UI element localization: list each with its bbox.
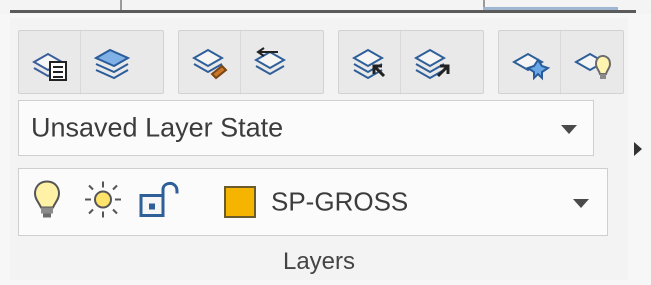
ribbon-top-bar	[0, 0, 651, 14]
layer-state-value: Unsaved Layer State	[31, 112, 284, 143]
layer-off-button[interactable]	[561, 31, 623, 93]
layer-isolate-icon	[351, 48, 385, 80]
lightbulb-on-icon[interactable]	[33, 180, 61, 225]
layer-freeze-icon	[511, 52, 550, 81]
chevron-down-icon[interactable]	[561, 125, 577, 134]
layer-unisolate-button[interactable]	[401, 31, 463, 93]
layer-color-swatch[interactable]	[224, 186, 256, 218]
previous-layer-button[interactable]	[241, 31, 303, 93]
layer-states-button[interactable]	[81, 31, 143, 93]
panel-title: Layers	[282, 248, 356, 275]
sun-thaw-icon[interactable]	[83, 180, 123, 225]
ribbon-divider	[10, 10, 636, 13]
active-tab-highlight	[483, 7, 618, 10]
current-layer-name: SP-GROSS	[271, 186, 409, 217]
button-group-3	[338, 30, 484, 94]
layer-state-dropdown[interactable]: Unsaved Layer State	[18, 100, 594, 156]
ribbon-tick	[120, 0, 122, 10]
layer-freeze-button[interactable]	[499, 31, 561, 93]
layer-unisolate-icon	[413, 48, 450, 80]
button-group-2	[178, 30, 324, 94]
panel-expand-arrow-icon[interactable]	[634, 142, 642, 156]
button-group-1	[18, 30, 164, 94]
layer-properties-icon	[31, 52, 67, 81]
chevron-down-icon[interactable]	[573, 199, 589, 208]
match-layer-button[interactable]	[179, 31, 241, 93]
unlock-icon[interactable]	[137, 180, 189, 225]
previous-layer-icon	[253, 47, 287, 76]
current-layer-dropdown[interactable]: SP-GROSS	[18, 168, 608, 236]
layer-isolate-button[interactable]	[339, 31, 401, 93]
layer-off-icon	[573, 52, 612, 79]
layers-panel: Unsaved Layer State SP-GROSS Layers	[10, 18, 628, 280]
button-group-4	[498, 30, 624, 94]
layer-states-icon	[93, 48, 131, 80]
match-layer-icon	[191, 48, 227, 80]
layer-properties-button[interactable]	[19, 31, 81, 93]
